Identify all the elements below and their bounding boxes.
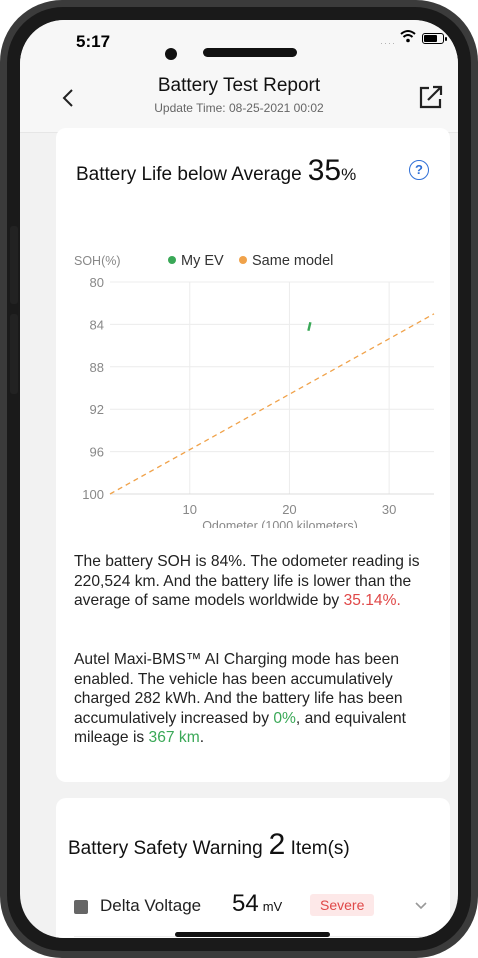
app-screen: 5:17 ···· Battery Test Report Update Tim… bbox=[20, 20, 458, 938]
warning-value-unit: mV bbox=[262, 899, 283, 914]
speaker-notch bbox=[203, 48, 297, 57]
safety-warning-count: 2 bbox=[268, 828, 286, 861]
status-time: 5:17 bbox=[76, 32, 111, 51]
battery-life-card: Battery Life below Average 35% ? 80 84 88 92… bbox=[56, 128, 450, 782]
safety-warning-suffix: Item(s) bbox=[290, 838, 350, 859]
share-icon[interactable] bbox=[418, 84, 444, 110]
battery-icon bbox=[422, 33, 447, 44]
y-tick-label: 92 bbox=[90, 402, 104, 417]
front-camera bbox=[165, 48, 177, 60]
safety-warning-card: Battery Safety Warning 2 Item(s) Delta Vo… bbox=[56, 798, 450, 938]
safety-warning-heading: Battery Safety Warning 2 Item(s) bbox=[68, 828, 350, 862]
battery-life-value: 35 bbox=[307, 154, 342, 187]
battery-cell-icon bbox=[74, 900, 88, 914]
battery-life-label: Battery Life below Average bbox=[76, 164, 302, 185]
battery-life-unit: % bbox=[341, 165, 357, 184]
legend-marker bbox=[239, 256, 247, 264]
y-tick-label: 100 bbox=[82, 487, 104, 502]
warning-label: Delta Voltage bbox=[100, 896, 202, 915]
warning-row-delta-voltage[interactable]: Delta Voltage 54 mV Severe bbox=[74, 890, 436, 924]
home-indicator[interactable] bbox=[175, 932, 330, 937]
x-tick-label: 10 bbox=[183, 502, 197, 517]
help-icon[interactable]: ? bbox=[409, 160, 429, 180]
warning-value-number: 54 bbox=[232, 890, 259, 917]
y-tick-label: 80 bbox=[90, 275, 104, 290]
legend-label: My EV bbox=[181, 253, 224, 269]
y-tick-label: 84 bbox=[90, 317, 104, 332]
x-axis-label: Odometer (1000 kilometers) bbox=[202, 519, 358, 528]
below-average-percent: 35.14%. bbox=[343, 592, 401, 610]
soh-summary-text: The battery SOH is 84%. The odometer rea… bbox=[74, 552, 436, 611]
chevron-down-icon[interactable] bbox=[414, 898, 428, 912]
series-line bbox=[109, 313, 435, 495]
page-title: Battery Test Report bbox=[157, 75, 321, 96]
y-axis-label: SOH(%) bbox=[74, 254, 121, 268]
y-tick-label: 96 bbox=[90, 445, 104, 460]
wifi-icon bbox=[400, 30, 416, 43]
x-tick-label: 30 bbox=[382, 502, 396, 517]
legend-marker bbox=[168, 256, 176, 264]
volume-down-button bbox=[10, 314, 18, 394]
legend-label: Same model bbox=[252, 253, 333, 269]
equivalent-mileage: 367 km bbox=[148, 729, 200, 747]
warning-value: 54 mV bbox=[232, 890, 282, 918]
nav-header: Battery Test Report Update Time: 08-25-2… bbox=[20, 68, 458, 133]
soh-chart: 80 84 88 92 96 100 10 20 30 SOH(%) Odometer (1000 … bbox=[74, 253, 435, 528]
life-increase-percent: 0% bbox=[273, 709, 296, 727]
y-tick-label: 88 bbox=[90, 360, 104, 375]
signal-icon: ···· bbox=[380, 38, 396, 48]
status-bar: 5:17 ···· bbox=[20, 20, 458, 68]
severity-badge: Severe bbox=[310, 894, 375, 916]
series-line bbox=[307, 322, 312, 332]
charging-summary-end: . bbox=[199, 729, 205, 747]
battery-life-heading: Battery Life below Average 35% bbox=[76, 154, 356, 188]
x-tick-label: 20 bbox=[282, 502, 296, 517]
safety-warning-label: Battery Safety Warning bbox=[68, 838, 263, 859]
volume-up-button bbox=[10, 226, 18, 304]
update-time: Update Time: 08-25-2021 00:02 bbox=[154, 101, 324, 115]
charging-summary-text: Autel Maxi-BMS™ AI Charging mode has bee… bbox=[74, 650, 436, 748]
